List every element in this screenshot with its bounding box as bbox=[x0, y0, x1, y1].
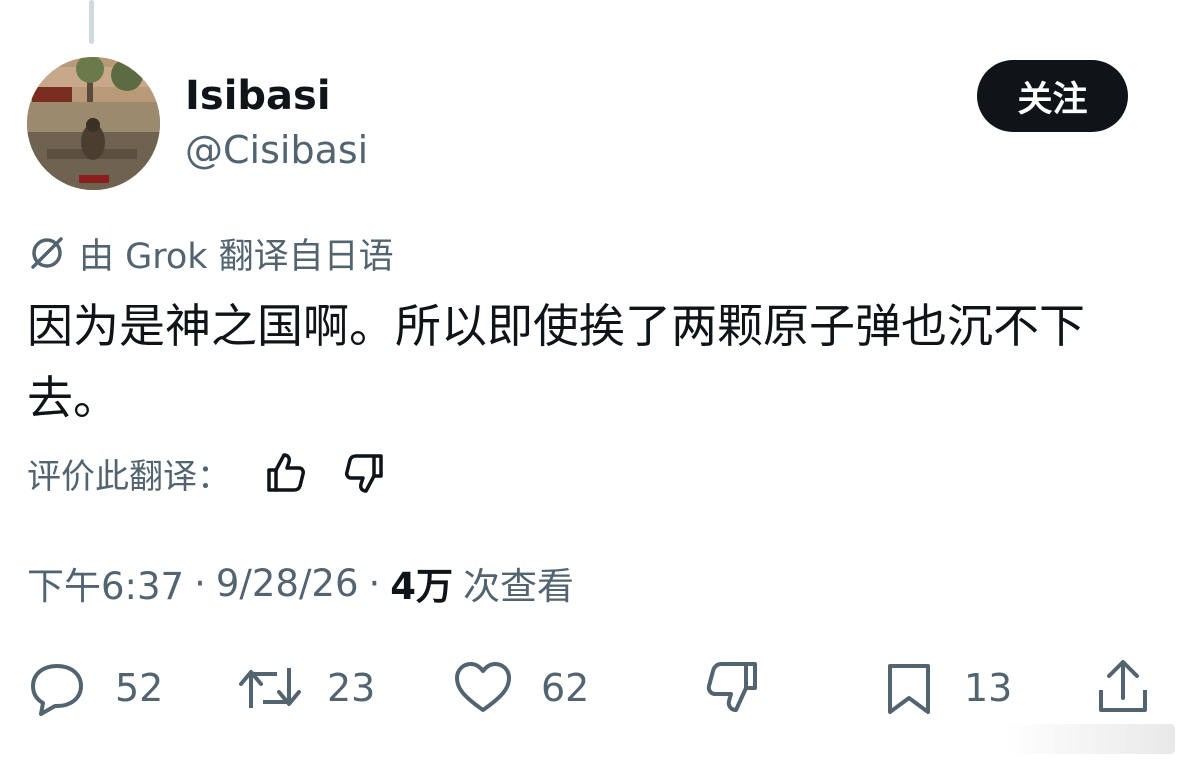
repost-button[interactable]: 23 bbox=[237, 658, 375, 718]
bookmark-count: 13 bbox=[964, 666, 1013, 710]
repost-icon bbox=[239, 668, 301, 708]
thumbs-down-icon bbox=[706, 662, 757, 712]
follow-button[interactable]: 关注 bbox=[977, 60, 1128, 132]
share-button[interactable] bbox=[1095, 658, 1151, 718]
tweet-time[interactable]: 下午6:37 bbox=[27, 556, 184, 610]
meta-separator: · bbox=[194, 561, 206, 605]
thumbs-down-icon bbox=[345, 454, 383, 493]
tweet-meta: 下午6:37 · 9/28/26 · 4万 次查看 bbox=[27, 555, 574, 611]
like-count: 62 bbox=[541, 666, 590, 710]
bookmark-icon bbox=[888, 664, 930, 714]
translation-notice-text: 由 Grok 翻译自日语 bbox=[79, 236, 394, 277]
thumbs-up-button[interactable] bbox=[263, 450, 309, 496]
rate-translation-row: 评价此翻译： bbox=[27, 446, 387, 500]
reply-icon bbox=[31, 664, 83, 716]
share-icon bbox=[1099, 660, 1147, 712]
avatar[interactable] bbox=[27, 57, 160, 190]
rate-translation-label: 评价此翻译： bbox=[27, 456, 231, 497]
watermark bbox=[1005, 724, 1175, 754]
author-handle[interactable]: @Cisibasi bbox=[185, 125, 368, 175]
heart-icon bbox=[455, 662, 511, 712]
reply-count: 52 bbox=[115, 666, 164, 710]
translation-notice[interactable]: 由 Grok 翻译自日语 bbox=[27, 228, 394, 278]
tweet-text: 因为是神之国啊。所以即使挨了两颗原子弹也沉不下去。 bbox=[27, 299, 1085, 425]
bookmark-button[interactable]: 13 bbox=[884, 658, 1012, 718]
grok-icon bbox=[31, 237, 63, 269]
repost-count: 23 bbox=[327, 666, 376, 710]
dislike-button[interactable] bbox=[703, 658, 763, 718]
tweet-date[interactable]: 9/28/26 bbox=[216, 562, 359, 605]
avatar-image bbox=[27, 57, 160, 190]
views-label: 次查看 bbox=[463, 565, 575, 608]
thumbs-down-button[interactable] bbox=[341, 450, 387, 496]
like-button[interactable]: 62 bbox=[453, 658, 589, 718]
meta-separator: · bbox=[368, 561, 381, 605]
thumbs-up-icon bbox=[267, 453, 305, 492]
views-count: 4万 bbox=[390, 565, 454, 608]
reply-button[interactable]: 52 bbox=[27, 658, 163, 718]
author-display-name[interactable]: Isibasi bbox=[185, 70, 331, 122]
thread-connector-line bbox=[89, 0, 94, 44]
